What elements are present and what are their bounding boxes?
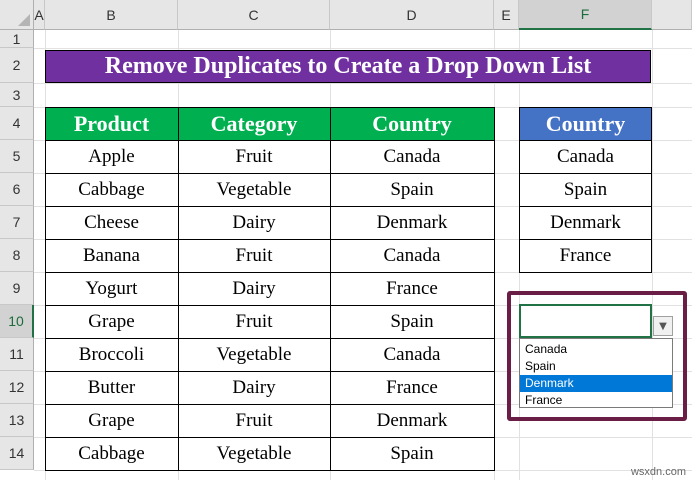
sheet-title[interactable]: Remove Duplicates to Create a Drop Down … [45,50,651,83]
table-cell-category[interactable]: Dairy [178,371,330,404]
table-cell-country[interactable]: Spain [330,437,494,470]
unique-cell-country[interactable]: France [519,239,652,272]
chevron-down-icon: ▼ [659,320,667,332]
column-header-f[interactable]: F [519,0,652,30]
table-cell-category[interactable]: Vegetable [178,338,330,371]
row-header-13[interactable]: 13 [0,404,34,437]
row-header-9[interactable]: 9 [0,272,34,305]
table-cell-country[interactable]: Spain [330,173,494,206]
row-header-14[interactable]: 14 [0,437,34,470]
dropdown-option-spain[interactable]: Spain [520,358,672,375]
table-cell-product[interactable]: Yogurt [45,272,178,305]
table-cell-category[interactable]: Fruit [178,305,330,338]
column-header-e[interactable]: E [494,0,519,30]
dropdown-option-france[interactable]: France [520,392,672,409]
row-header-1[interactable]: 1 [0,30,34,48]
table-cell-country[interactable]: Canada [330,338,494,371]
table-cell-product[interactable]: Broccoli [45,338,178,371]
table-row-divider [45,239,495,240]
table-cell-product[interactable]: Banana [45,239,178,272]
table-cell-country[interactable]: Spain [330,305,494,338]
unique-row-divider [519,239,652,240]
unique-cell-country[interactable]: Denmark [519,206,652,239]
table-cell-category[interactable]: Vegetable [178,437,330,470]
table-cell-country[interactable]: France [330,272,494,305]
row-header-10[interactable]: 10 [0,305,34,338]
row-header-5[interactable]: 5 [0,140,34,173]
table-header-product[interactable]: Product [45,108,178,140]
table-cell-product[interactable]: Cabbage [45,437,178,470]
table-cell-product[interactable]: Butter [45,371,178,404]
table-cell-product[interactable]: Cheese [45,206,178,239]
unique-row-divider [519,206,652,207]
table-cell-category[interactable]: Dairy [178,272,330,305]
table-column-divider [330,107,331,471]
row-header-4[interactable]: 4 [0,107,34,140]
unique-cell-country[interactable]: Canada [519,140,652,173]
dropdown-option-canada[interactable]: Canada [520,341,672,358]
table-row-divider [45,173,495,174]
unique-header-country[interactable]: Country [519,108,652,140]
table-cell-country[interactable]: Canada [330,239,494,272]
table-cell-product[interactable]: Apple [45,140,178,173]
dropdown-option-denmark[interactable]: Denmark [520,375,672,392]
unique-row-divider [519,140,652,141]
table-cell-country[interactable]: Denmark [330,206,494,239]
table-row-divider [45,404,495,405]
table-cell-category[interactable]: Fruit [178,239,330,272]
unique-cell-country[interactable]: Spain [519,173,652,206]
unique-row-divider [519,173,652,174]
dropdown-options-list[interactable]: Canada Spain Denmark France [519,338,673,408]
row-header-8[interactable]: 8 [0,239,34,272]
table-cell-category[interactable]: Dairy [178,206,330,239]
select-all-corner[interactable] [0,0,34,30]
table-row-divider [45,305,495,306]
dropdown-arrow-button[interactable]: ▼ [653,316,673,336]
column-header-d[interactable]: D [330,0,494,30]
table-row-divider [45,338,495,339]
table-cell-category[interactable]: Fruit [178,140,330,173]
column-header-a[interactable]: A [34,0,45,30]
table-row-divider [45,140,495,141]
table-row-divider [45,371,495,372]
table-header-country[interactable]: Country [330,108,494,140]
table-row-divider [45,437,495,438]
row-header-11[interactable]: 11 [0,338,34,371]
row-header-2[interactable]: 2 [0,48,34,83]
row-header-12[interactable]: 12 [0,371,34,404]
table-column-divider [178,107,179,471]
column-header-c[interactable]: C [178,0,330,30]
table-cell-product[interactable]: Cabbage [45,173,178,206]
column-header-b[interactable]: B [45,0,178,30]
table-cell-country[interactable]: Canada [330,140,494,173]
row-header-6[interactable]: 6 [0,173,34,206]
row-header-3[interactable]: 3 [0,83,34,107]
table-header-category[interactable]: Category [178,108,330,140]
table-cell-product[interactable]: Grape [45,305,178,338]
column-header-g-partial[interactable] [652,0,692,30]
watermark: wsxdn.com [630,466,686,478]
table-cell-category[interactable]: Fruit [178,404,330,437]
table-cell-category[interactable]: Vegetable [178,173,330,206]
table-cell-product[interactable]: Grape [45,404,178,437]
table-cell-country[interactable]: France [330,371,494,404]
table-row-divider [45,206,495,207]
row-header-7[interactable]: 7 [0,206,34,239]
table-row-divider [45,272,495,273]
table-cell-country[interactable]: Denmark [330,404,494,437]
dropdown-cell-f10[interactable] [519,304,652,338]
